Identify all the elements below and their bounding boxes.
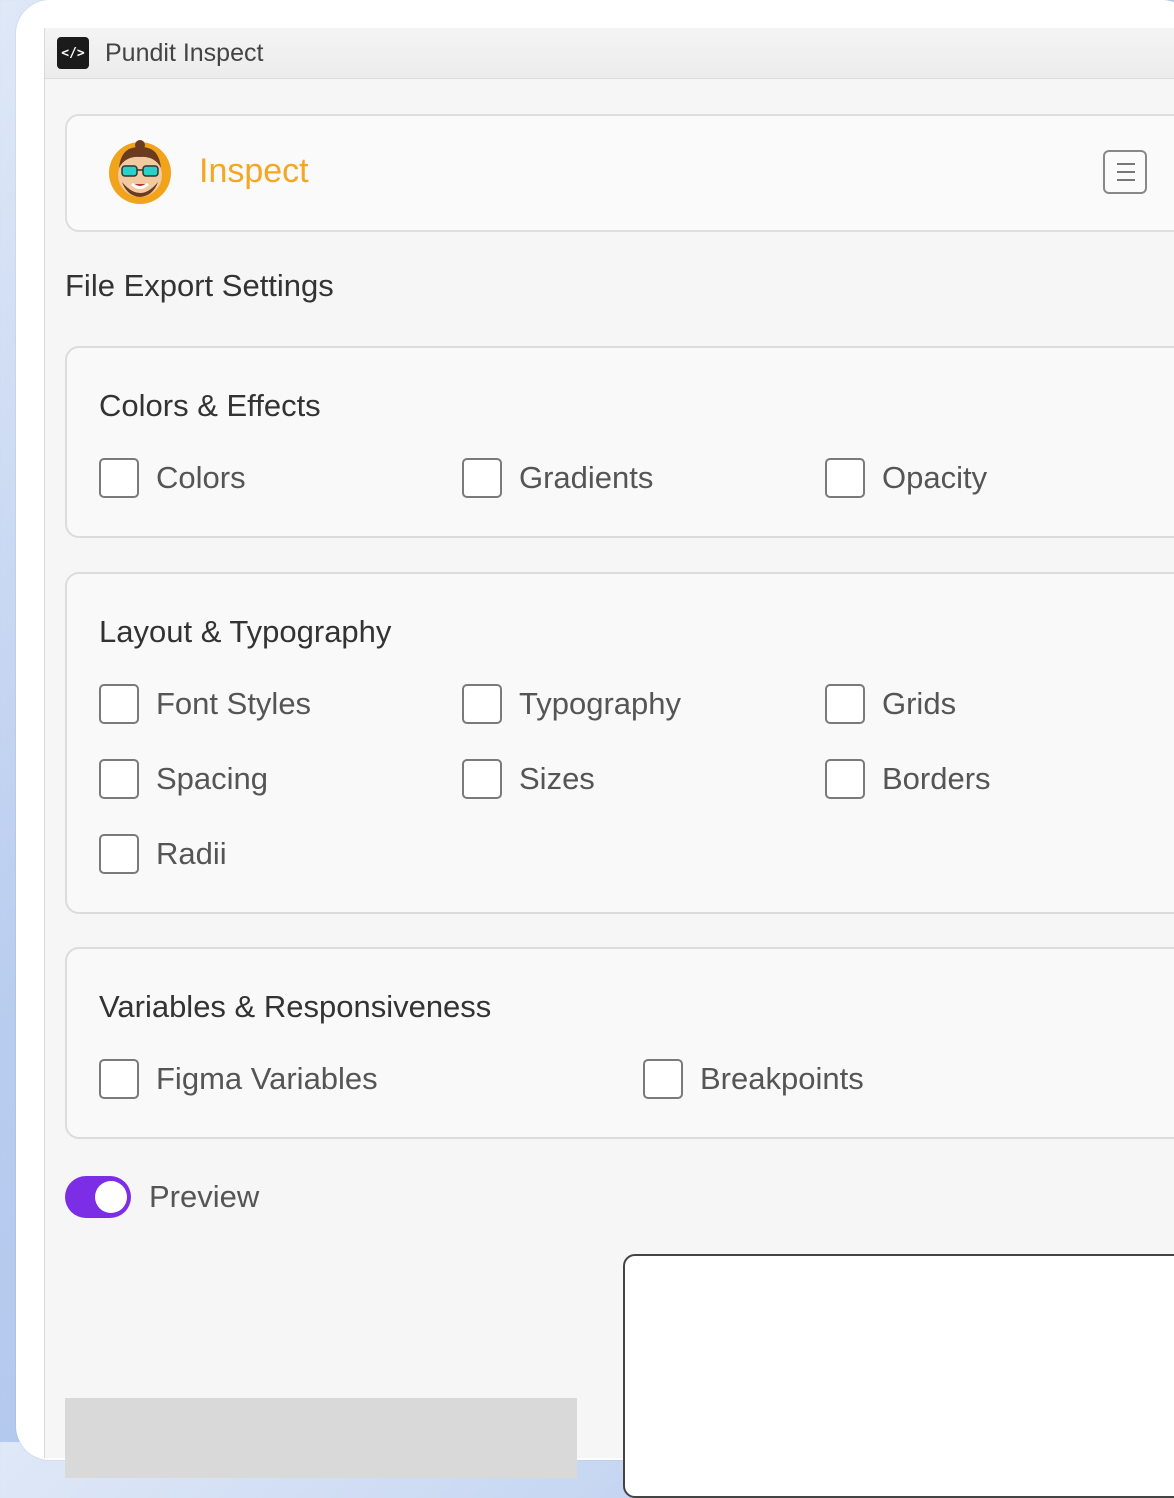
title-bar: </> Pundit Inspect xyxy=(45,28,1174,79)
checkbox-label: Figma Variables xyxy=(156,1061,378,1096)
checkbox-box[interactable] xyxy=(825,684,865,724)
menu-list-icon[interactable] xyxy=(1103,150,1147,194)
checkbox-box[interactable] xyxy=(643,1059,683,1099)
figma-variables-checkbox[interactable]: Figma Variables xyxy=(99,1059,378,1099)
checkbox-box[interactable] xyxy=(99,759,139,799)
sizes-checkbox[interactable]: Sizes xyxy=(462,759,595,799)
colors-checkbox[interactable]: Colors xyxy=(99,458,246,498)
breakpoints-checkbox[interactable]: Breakpoints xyxy=(643,1059,864,1099)
checkbox-label: Opacity xyxy=(882,460,988,495)
checkbox-box[interactable] xyxy=(462,759,502,799)
checkbox-box[interactable] xyxy=(99,834,139,874)
checkbox-label: Grids xyxy=(882,686,957,721)
preview-toggle[interactable] xyxy=(65,1176,131,1218)
card-title: Variables & Responsiveness xyxy=(99,989,492,1024)
borders-checkbox[interactable]: Borders xyxy=(825,759,991,799)
checkbox-label: Borders xyxy=(882,761,991,796)
checkbox-box[interactable] xyxy=(462,684,502,724)
plugin-window: </> Pundit Inspect Inspect File Export S… xyxy=(44,28,1174,1498)
card-title: Colors & Effects xyxy=(99,388,321,423)
code-icon: </> xyxy=(57,37,89,69)
checkbox-box[interactable] xyxy=(462,458,502,498)
checkbox-label: Gradients xyxy=(519,460,654,495)
avatar-icon xyxy=(109,140,171,204)
checkbox-label: Radii xyxy=(156,836,227,871)
grids-checkbox[interactable]: Grids xyxy=(825,684,956,724)
typography-checkbox[interactable]: Typography xyxy=(462,684,681,724)
header-title: Inspect xyxy=(199,152,309,190)
checkbox-label: Font Styles xyxy=(156,686,312,721)
opacity-checkbox[interactable]: Opacity xyxy=(825,458,987,498)
font-styles-checkbox[interactable]: Font Styles xyxy=(99,684,311,724)
preview-placeholder-panel xyxy=(65,1398,577,1478)
header-card: Inspect xyxy=(65,114,1174,232)
checkbox-label: Typography xyxy=(519,686,681,721)
variables-responsiveness-card: Variables & Responsiveness Figma Variabl… xyxy=(65,947,1174,1139)
window-title: Pundit Inspect xyxy=(105,38,264,67)
preview-box xyxy=(623,1254,1174,1498)
gradients-checkbox[interactable]: Gradients xyxy=(462,458,653,498)
layout-typography-card: Layout & Typography Font Styles Typograp… xyxy=(65,572,1174,914)
checkbox-box[interactable] xyxy=(99,684,139,724)
card-title: Layout & Typography xyxy=(99,614,392,649)
radii-checkbox[interactable]: Radii xyxy=(99,834,227,874)
checkbox-label: Breakpoints xyxy=(700,1061,864,1096)
checkbox-label: Spacing xyxy=(156,761,269,796)
checkbox-box[interactable] xyxy=(99,1059,139,1099)
checkbox-label: Colors xyxy=(156,460,246,495)
colors-effects-card: Colors & Effects Colors Gradients Opacit… xyxy=(65,346,1174,538)
spacing-checkbox[interactable]: Spacing xyxy=(99,759,268,799)
checkbox-box[interactable] xyxy=(99,458,139,498)
checkbox-box[interactable] xyxy=(825,759,865,799)
checkbox-box[interactable] xyxy=(825,458,865,498)
checkbox-label: Sizes xyxy=(519,761,595,796)
toggle-knob xyxy=(95,1181,127,1213)
preview-label: Preview xyxy=(149,1179,260,1214)
preview-toggle-row: Preview xyxy=(65,1176,259,1218)
page-heading: File Export Settings xyxy=(65,268,334,303)
